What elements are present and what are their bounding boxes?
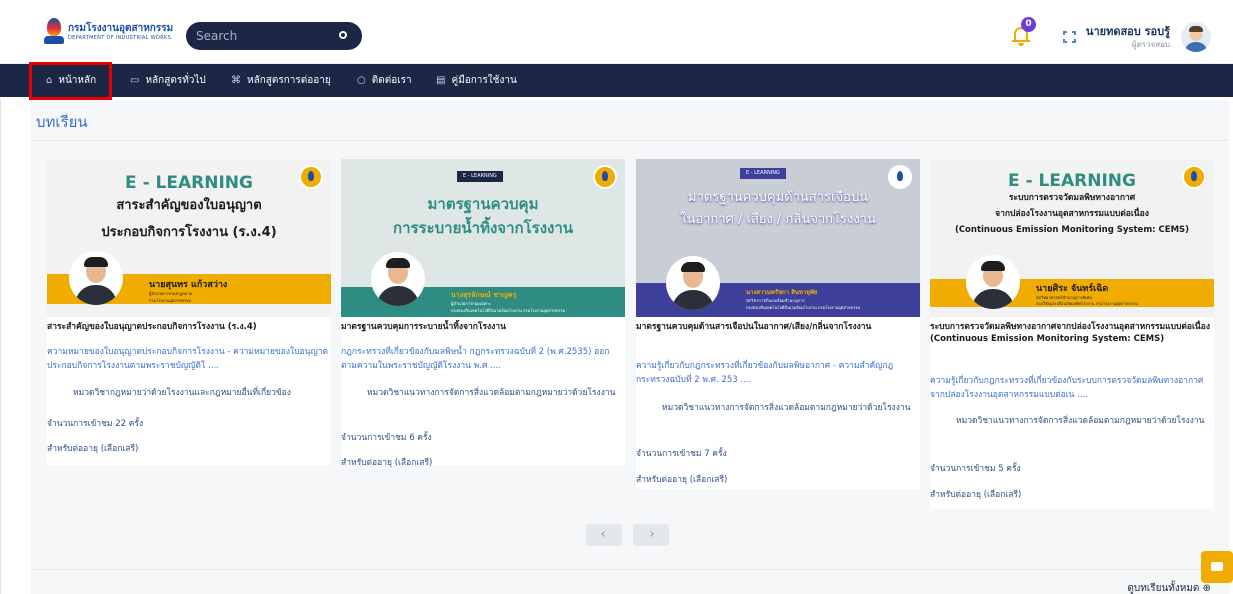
banner-line1: ระบบการตรวจวัดมลพิษทางอากาศ [1008, 193, 1136, 203]
chevron-left-icon [601, 531, 607, 537]
nav-item-label: คู่มือการใช้งาน [451, 75, 517, 86]
course-banner[interactable]: E - LEARNING ระบบการตรวจวัดมลพิษทางอากาศ… [930, 159, 1214, 317]
course-type: สำหรับต่ออายุ (เลือกเสรี) [47, 444, 139, 454]
course-category: หมวดวิชาแนวทางการจัดการสิ่งแวดล้อมตามกฎห… [367, 388, 616, 398]
chevron-right-icon [648, 531, 654, 537]
course-visits: จำนวนการเข้าชม 7 ครั้ง [636, 449, 727, 459]
presenter-org: กรมโรงงานอุตสาหกรรม [149, 298, 192, 303]
logo-title: กรมโรงงานอุตสาหกรรม [68, 22, 174, 34]
logo-mark-icon [44, 18, 64, 46]
course-type: สำหรับต่ออายุ (เลือกเสรี) [930, 490, 1022, 500]
course-title[interactable]: ระบบการตรวจวัดมลพิษทางอากาศจากปล่องโรงงา… [930, 321, 1214, 346]
course-description: กฎกระทรวงที่เกี่ยวข้องกับมลพิษน้ำ กฎกระท… [341, 347, 610, 371]
avatar[interactable] [1181, 22, 1211, 52]
fullscreen-icon[interactable] [1063, 31, 1076, 43]
course-description: ความรู้เกี่ยวกับกฎกระทรวงที่เกี่ยวข้องกั… [636, 361, 894, 385]
section-title: บทเรียน [36, 113, 88, 131]
course-visits: จำนวนการเข้าชม 22 ครั้ง [47, 419, 144, 429]
user-role: ผู้ตรวจสอบ [1131, 40, 1170, 49]
course-card[interactable]: E - LEARNING มาตรฐานควบคุมด้านสารเจือปน … [636, 159, 920, 489]
dept-logo-icon [593, 165, 617, 189]
manual-icon: ▤ [436, 75, 446, 86]
banner-line2: ประกอบกิจการโรงงาน (ร.ง.4) [101, 225, 277, 240]
view-all-link[interactable]: ดูบทเรียนทั้งหมด ⊕ [1127, 581, 1211, 594]
presenter-photo [69, 251, 123, 305]
banner-elearning: E - LEARNING [457, 171, 503, 182]
nav-item-label: หลักสูตรการต่ออายุ [247, 75, 331, 86]
presenter-photo [371, 252, 425, 306]
nav-item-renewal-courses[interactable]: ⌘ หลักสูตรการต่ออายุ [231, 64, 331, 97]
nav-item-manual[interactable]: ▤ คู่มือการใช้งาน [436, 64, 517, 97]
book-icon: ▭ [130, 75, 140, 86]
search-bar [186, 22, 362, 50]
search-icon[interactable] [338, 30, 350, 42]
home-highlight-box [29, 62, 112, 100]
presenter-name: นายศิระ จันทร์เฉิด [1036, 284, 1109, 294]
bottom-divider [31, 569, 1229, 570]
course-banner[interactable]: E - LEARNING มาตรฐานควบคุมด้านสารเจือปน … [636, 159, 920, 317]
presenter-name: นางสาวนพรัชกา สินทายุพัย [746, 289, 818, 296]
course-visits: จำนวนการเข้าชม 6 ครั้ง [341, 433, 432, 443]
banner-line2: ในอากาศ / เสียง / กลิ่นจากโรงงาน [680, 212, 876, 227]
banner-line1: สาระสำคัญของใบอนุญาต [116, 198, 262, 213]
logo-subtitle: DEPARTMENT OF INDUSTRIAL WORKS [68, 34, 172, 41]
banner-elearning: E - LEARNING [1008, 171, 1136, 191]
course-category: หมวดวิชาแนวทางการจัดการสิ่งแวดล้อมตามกฎห… [662, 403, 911, 413]
course-title[interactable]: สาระสำคัญของใบอนุญาตประกอบกิจการโรงงาน (… [47, 321, 331, 333]
banner-line1: มาตรฐานควบคุม [427, 195, 539, 213]
course-category: หมวดวิชาแนวทางการจัดการสิ่งแวดล้อมตามกฎห… [956, 416, 1205, 426]
banner-elearning: E - LEARNING [740, 168, 786, 179]
presenter-title: ผู้อำนวยการกลุ่มเฉพาะ [451, 301, 491, 306]
search-input[interactable] [196, 22, 326, 50]
course-description: ความหมายของใบอนุญาตประกอบกิจการโรงงาน - … [47, 347, 328, 371]
presenter-org: กองส่งเสริมเทคโนโลยีสิ่งแวดล้อมโรงงาน กร… [451, 308, 566, 313]
nav-item-general-courses[interactable]: ▭ หลักสูตรทั่วไป [130, 64, 206, 97]
course-card[interactable]: E - LEARNING ระบบการตรวจวัดมลพิษทางอากาศ… [930, 159, 1214, 509]
course-category: หมวดวิชากฎหมายว่าด้วยโรงงานและกฎหมายอื่น… [73, 388, 291, 398]
presenter-org: กองส่งเสริมเทคโนโลยีสิ่งแวดล้อมโรงงาน กร… [746, 305, 861, 310]
course-banner[interactable]: E - LEARNING มาตรฐานควบคุม การระบายน้ำทิ… [341, 159, 625, 317]
course-visits: จำนวนการเข้าชม 5 ครั้ง [930, 464, 1021, 474]
course-type: สำหรับต่ออายุ (เลือกเสรี) [341, 458, 433, 468]
banner-line2: จากปล่องโรงงานอุตสาหกรรมแบบต่อเนื่อง [995, 209, 1149, 219]
next-page-button[interactable] [633, 524, 669, 546]
presenter-org: กองวิจัยและเตือนภัยมลพิษโรงงาน กรมโรงงาน… [1036, 301, 1138, 306]
course-card[interactable]: E - LEARNING สาระสำคัญของใบอนุญาต ประกอบ… [47, 159, 331, 465]
banner-line1: มาตรฐานควบคุมด้านสารเจือปน [687, 190, 869, 205]
chat-bubble-icon [1211, 562, 1223, 571]
course-title[interactable]: มาตรฐานควบคุมด้านสารเจือปนในอากาศ/เสียง/… [636, 321, 920, 333]
banner-line2: การระบายน้ำทิ้งจากโรงงาน [392, 219, 574, 237]
course-type: สำหรับต่ออายุ (เลือกเสรี) [636, 475, 728, 485]
chat-icon: ○ [357, 75, 366, 86]
nav-item-contact[interactable]: ○ ติดต่อเรา [357, 64, 412, 97]
presenter-photo [666, 256, 720, 310]
course-card[interactable]: E - LEARNING มาตรฐานควบคุม การระบายน้ำทิ… [341, 159, 625, 468]
section-divider [31, 140, 1229, 141]
top-header: กรมโรงงานอุตสาหกรรม DEPARTMENT OF INDUST… [0, 0, 1233, 64]
presenter-title: ผู้อำนวยการกองกฎหมาย [149, 291, 192, 296]
course-banner[interactable]: E - LEARNING สาระสำคัญของใบอนุญาต ประกอบ… [47, 159, 331, 317]
course-title[interactable]: มาตรฐานควบคุมการระบายน้ำทิ้งจากโรงงาน [341, 321, 625, 333]
left-rule [0, 100, 1, 594]
command-icon: ⌘ [231, 75, 241, 86]
banner-elearning: E - LEARNING [125, 173, 253, 193]
presenter-photo [966, 255, 1020, 309]
nav-item-label: ติดต่อเรา [371, 75, 412, 86]
nav-item-label: หลักสูตรทั่วไป [145, 75, 206, 86]
presenter-name: นายสุนทร แก้วสว่าง [149, 280, 228, 290]
chat-button[interactable] [1201, 551, 1233, 583]
notification-badge: 0 [1021, 17, 1036, 32]
course-description: ความรู้เกี่ยวกับกฎกระทรวงที่เกี่ยวข้องกั… [930, 376, 1204, 400]
main-nav: ⌂ หน้าหลัก ▭ หลักสูตรทั่วไป ⌘ หลักสูตรกา… [0, 64, 1233, 97]
prev-page-button[interactable] [586, 524, 622, 546]
banner-line3: (Continuous Emission Monitoring System: … [954, 225, 1190, 235]
presenter-title: นักวิชาการสิ่งแวดล้อมชำนาญการ [746, 298, 805, 303]
dept-logo-icon [888, 165, 912, 189]
logo[interactable]: กรมโรงงานอุตสาหกรรม DEPARTMENT OF INDUST… [44, 18, 173, 46]
